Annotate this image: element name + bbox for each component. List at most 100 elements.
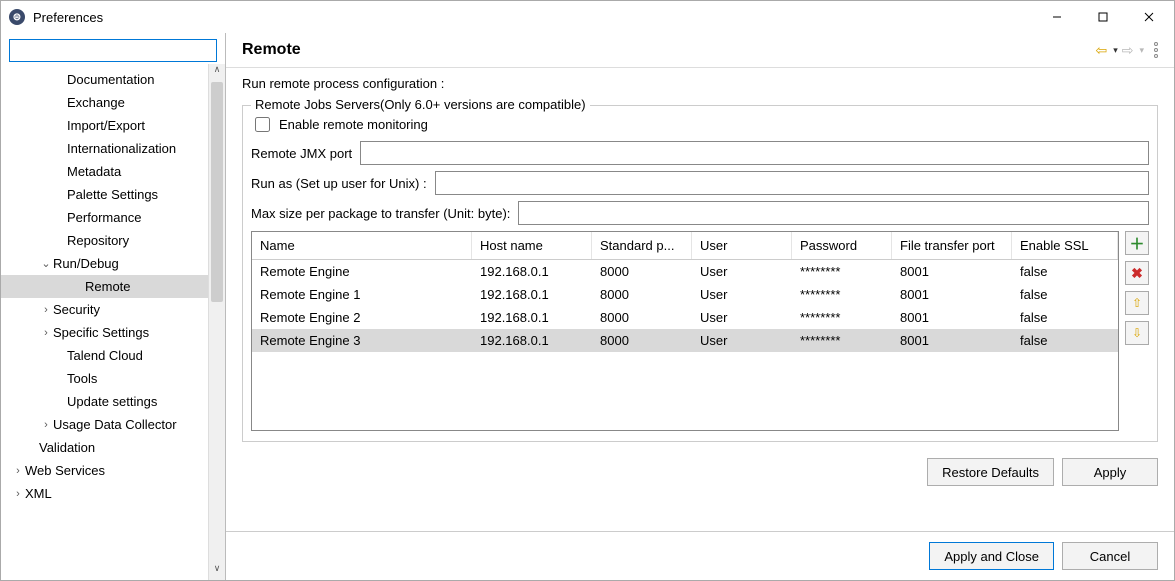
column-header[interactable]: File transfer port xyxy=(892,232,1012,259)
remote-servers-group: Remote Jobs Servers(Only 6.0+ versions a… xyxy=(242,105,1158,442)
chevron-down-icon[interactable]: ⌄ xyxy=(39,257,53,270)
table-cell: ******** xyxy=(792,260,892,283)
table-cell: 8000 xyxy=(592,306,692,329)
nav-tree[interactable]: Documentation Exchange Import/Export Intern… xyxy=(1,64,208,580)
tree-item-label: Validation xyxy=(39,440,95,455)
tree-item[interactable]: Performance xyxy=(1,206,208,229)
table-cell: ******** xyxy=(792,283,892,306)
scroll-up-icon[interactable]: ∧ xyxy=(209,64,225,81)
filter-input[interactable] xyxy=(9,39,217,62)
table-cell: 8001 xyxy=(892,306,1012,329)
tree-item[interactable]: ›Specific Settings xyxy=(1,321,208,344)
tree-item-label: Import/Export xyxy=(67,118,145,133)
tree-scrollbar[interactable]: ∧ ∨ xyxy=(208,64,225,580)
tree-item[interactable]: Tools xyxy=(1,367,208,390)
table-cell: 192.168.0.1 xyxy=(472,306,592,329)
tree-item[interactable]: Validation xyxy=(1,436,208,459)
tree-item-label: Update settings xyxy=(67,394,157,409)
tree-item[interactable]: Update settings xyxy=(1,390,208,413)
table-cell: false xyxy=(1012,329,1118,352)
tree-item-label: Palette Settings xyxy=(67,187,158,202)
table-cell: 8000 xyxy=(592,260,692,283)
page-title: Remote xyxy=(242,41,1095,59)
apply-button[interactable]: Apply xyxy=(1062,458,1158,486)
tree-item[interactable]: Palette Settings xyxy=(1,183,208,206)
column-header[interactable]: Standard p... xyxy=(592,232,692,259)
runas-label: Run as (Set up user for Unix) : xyxy=(251,176,427,191)
tree-item-label: Exchange xyxy=(67,95,125,110)
table-cell: 8000 xyxy=(592,283,692,306)
minimize-button[interactable] xyxy=(1034,2,1080,32)
scroll-down-icon[interactable]: ∨ xyxy=(209,563,225,580)
scroll-thumb[interactable] xyxy=(211,82,223,302)
apply-and-close-button[interactable]: Apply and Close xyxy=(929,542,1054,570)
tree-item-label: XML xyxy=(25,486,52,501)
column-header[interactable]: Host name xyxy=(472,232,592,259)
move-down-button[interactable]: ⇩ xyxy=(1125,321,1149,345)
table-cell: false xyxy=(1012,283,1118,306)
tree-item-label: Usage Data Collector xyxy=(53,417,177,432)
tree-item[interactable]: Remote xyxy=(1,275,208,298)
tree-item-label: Remote xyxy=(85,279,131,294)
table-cell: 8001 xyxy=(892,329,1012,352)
column-header[interactable]: User xyxy=(692,232,792,259)
restore-defaults-button[interactable]: Restore Defaults xyxy=(927,458,1054,486)
tree-item[interactable]: Repository xyxy=(1,229,208,252)
maxsize-input[interactable] xyxy=(518,201,1149,225)
view-menu-icon[interactable] xyxy=(1154,42,1158,58)
column-header[interactable]: Password xyxy=(792,232,892,259)
tree-item[interactable]: Exchange xyxy=(1,91,208,114)
chevron-right-icon[interactable]: › xyxy=(39,304,53,316)
tree-item[interactable]: ›Usage Data Collector xyxy=(1,413,208,436)
enable-monitoring-label: Enable remote monitoring xyxy=(279,117,428,132)
tree-item[interactable]: ⌄Run/Debug xyxy=(1,252,208,275)
nav-back-icon[interactable]: ⇦ xyxy=(1095,42,1107,59)
column-header[interactable]: Enable SSL xyxy=(1012,232,1118,259)
tree-item-label: Talend Cloud xyxy=(67,348,143,363)
enable-monitoring-checkbox[interactable] xyxy=(255,117,270,132)
group-legend: Remote Jobs Servers(Only 6.0+ versions a… xyxy=(251,97,590,112)
cancel-button[interactable]: Cancel xyxy=(1062,542,1158,570)
table-row[interactable]: Remote Engine 3192.168.0.18000User******… xyxy=(252,329,1118,352)
table-cell: 8001 xyxy=(892,260,1012,283)
table-row[interactable]: Remote Engine192.168.0.18000User********… xyxy=(252,260,1118,283)
move-up-button[interactable]: ⇧ xyxy=(1125,291,1149,315)
chevron-right-icon[interactable]: › xyxy=(39,327,53,339)
tree-item[interactable]: Talend Cloud xyxy=(1,344,208,367)
tree-item[interactable]: Metadata xyxy=(1,160,208,183)
table-cell: false xyxy=(1012,260,1118,283)
table-row[interactable]: Remote Engine 2192.168.0.18000User******… xyxy=(252,306,1118,329)
table-cell: User xyxy=(692,306,792,329)
table-row[interactable]: Remote Engine 1192.168.0.18000User******… xyxy=(252,283,1118,306)
tree-item[interactable]: Import/Export xyxy=(1,114,208,137)
add-row-button[interactable]: ＋ xyxy=(1125,231,1149,255)
chevron-right-icon[interactable]: › xyxy=(11,465,25,477)
table-cell: Remote Engine xyxy=(252,260,472,283)
chevron-right-icon[interactable]: › xyxy=(39,419,53,431)
tree-item-label: Specific Settings xyxy=(53,325,149,340)
tree-item-label: Repository xyxy=(67,233,129,248)
tree-item[interactable]: ›Web Services xyxy=(1,459,208,482)
tree-item[interactable]: ›XML xyxy=(1,482,208,505)
tree-item-label: Run/Debug xyxy=(53,256,119,271)
table-cell: ******** xyxy=(792,329,892,352)
chevron-right-icon[interactable]: › xyxy=(11,488,25,500)
delete-row-button[interactable]: ✖ xyxy=(1125,261,1149,285)
runas-input[interactable] xyxy=(435,171,1149,195)
tree-item[interactable]: Internationalization xyxy=(1,137,208,160)
jmx-port-label: Remote JMX port xyxy=(251,146,352,161)
table-cell: false xyxy=(1012,306,1118,329)
close-button[interactable] xyxy=(1126,2,1172,32)
table-header-row: NameHost nameStandard p...UserPasswordFi… xyxy=(252,232,1118,260)
nav-back-menu-icon[interactable]: ▾ xyxy=(1113,45,1118,56)
column-header[interactable]: Name xyxy=(252,232,472,259)
table-cell: Remote Engine 1 xyxy=(252,283,472,306)
nav-forward-menu-icon: ▾ xyxy=(1139,45,1144,56)
nav-sidebar: Documentation Exchange Import/Export Intern… xyxy=(1,33,226,580)
servers-table[interactable]: NameHost nameStandard p...UserPasswordFi… xyxy=(251,231,1119,431)
tree-item[interactable]: Documentation xyxy=(1,68,208,91)
table-cell: 8000 xyxy=(592,329,692,352)
jmx-port-input[interactable] xyxy=(360,141,1149,165)
maximize-button[interactable] xyxy=(1080,2,1126,32)
tree-item[interactable]: ›Security xyxy=(1,298,208,321)
